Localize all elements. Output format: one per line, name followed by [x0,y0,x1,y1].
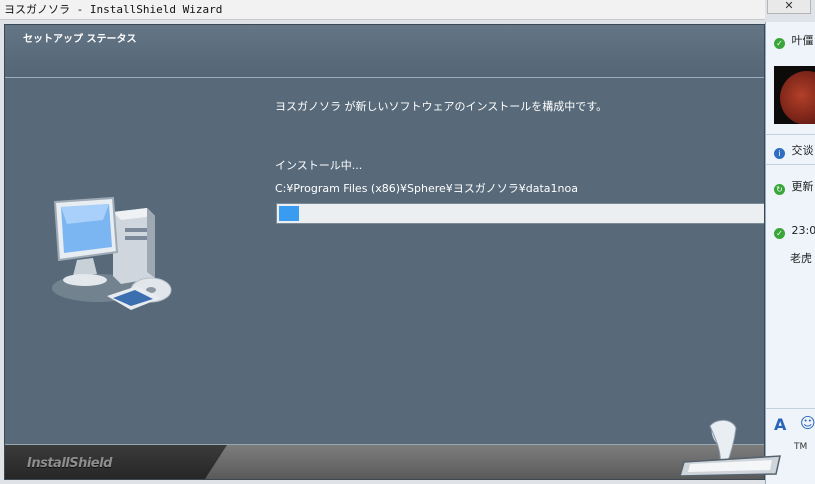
info-icon: i [774,148,785,159]
online-check-icon: ✓ [774,38,785,49]
avatar[interactable] [774,66,815,124]
banner-title: セットアップ ステータス [23,34,137,45]
close-button[interactable]: ✕ [767,0,811,14]
update-label: 更新 [791,180,814,193]
message-time-row: ✓ 23:0 [774,224,815,239]
chat-info-item[interactable]: i 交谈 [774,142,814,159]
progress-bar [276,203,764,224]
chat-side-panel: ✓ 叶僵 i 交谈 ↻ 更新 ✓ 23:0 老虎 A ☺ TM [765,22,815,484]
window-title: ヨスガノソラ - InstallShield Wizard [4,3,223,16]
check-icon: ✓ [774,228,785,239]
installer-window: セットアップ ステータス ヨスガノソラ が新しいソフトウェアのインストールを構成… [4,24,765,480]
refresh-icon: ↻ [774,184,785,195]
contact-name: 叶僵 [791,34,814,47]
message-time: 23:0 [791,224,815,237]
current-file-path: C:¥Program Files (x86)¥Sphere¥ヨスガノソラ¥dat… [275,182,578,195]
emoji-icon[interactable]: ☺ [800,414,815,432]
close-icon: ✕ [784,0,794,12]
update-item[interactable]: ↻ 更新 [774,178,814,195]
installshield-logo: InstallShield [27,456,112,471]
window-title-bar: ヨスガノソラ - InstallShield Wizard [0,0,765,20]
footer-bar: InstallShield [5,444,764,479]
message-text: 老虎 [790,252,812,265]
install-status: インストール中... [275,159,363,172]
banner: セットアップ ステータス [5,25,764,78]
chat-info-label: 交谈 [791,144,814,157]
progress-fill [279,206,299,221]
watermark-logo-icon [680,419,781,477]
tm-label: TM [794,442,808,452]
install-message: ヨスガノソラ が新しいソフトウェアのインストールを構成中です。 [275,100,608,113]
contact-row[interactable]: ✓ 叶僵 [774,32,814,49]
computer-install-icon [52,196,172,310]
